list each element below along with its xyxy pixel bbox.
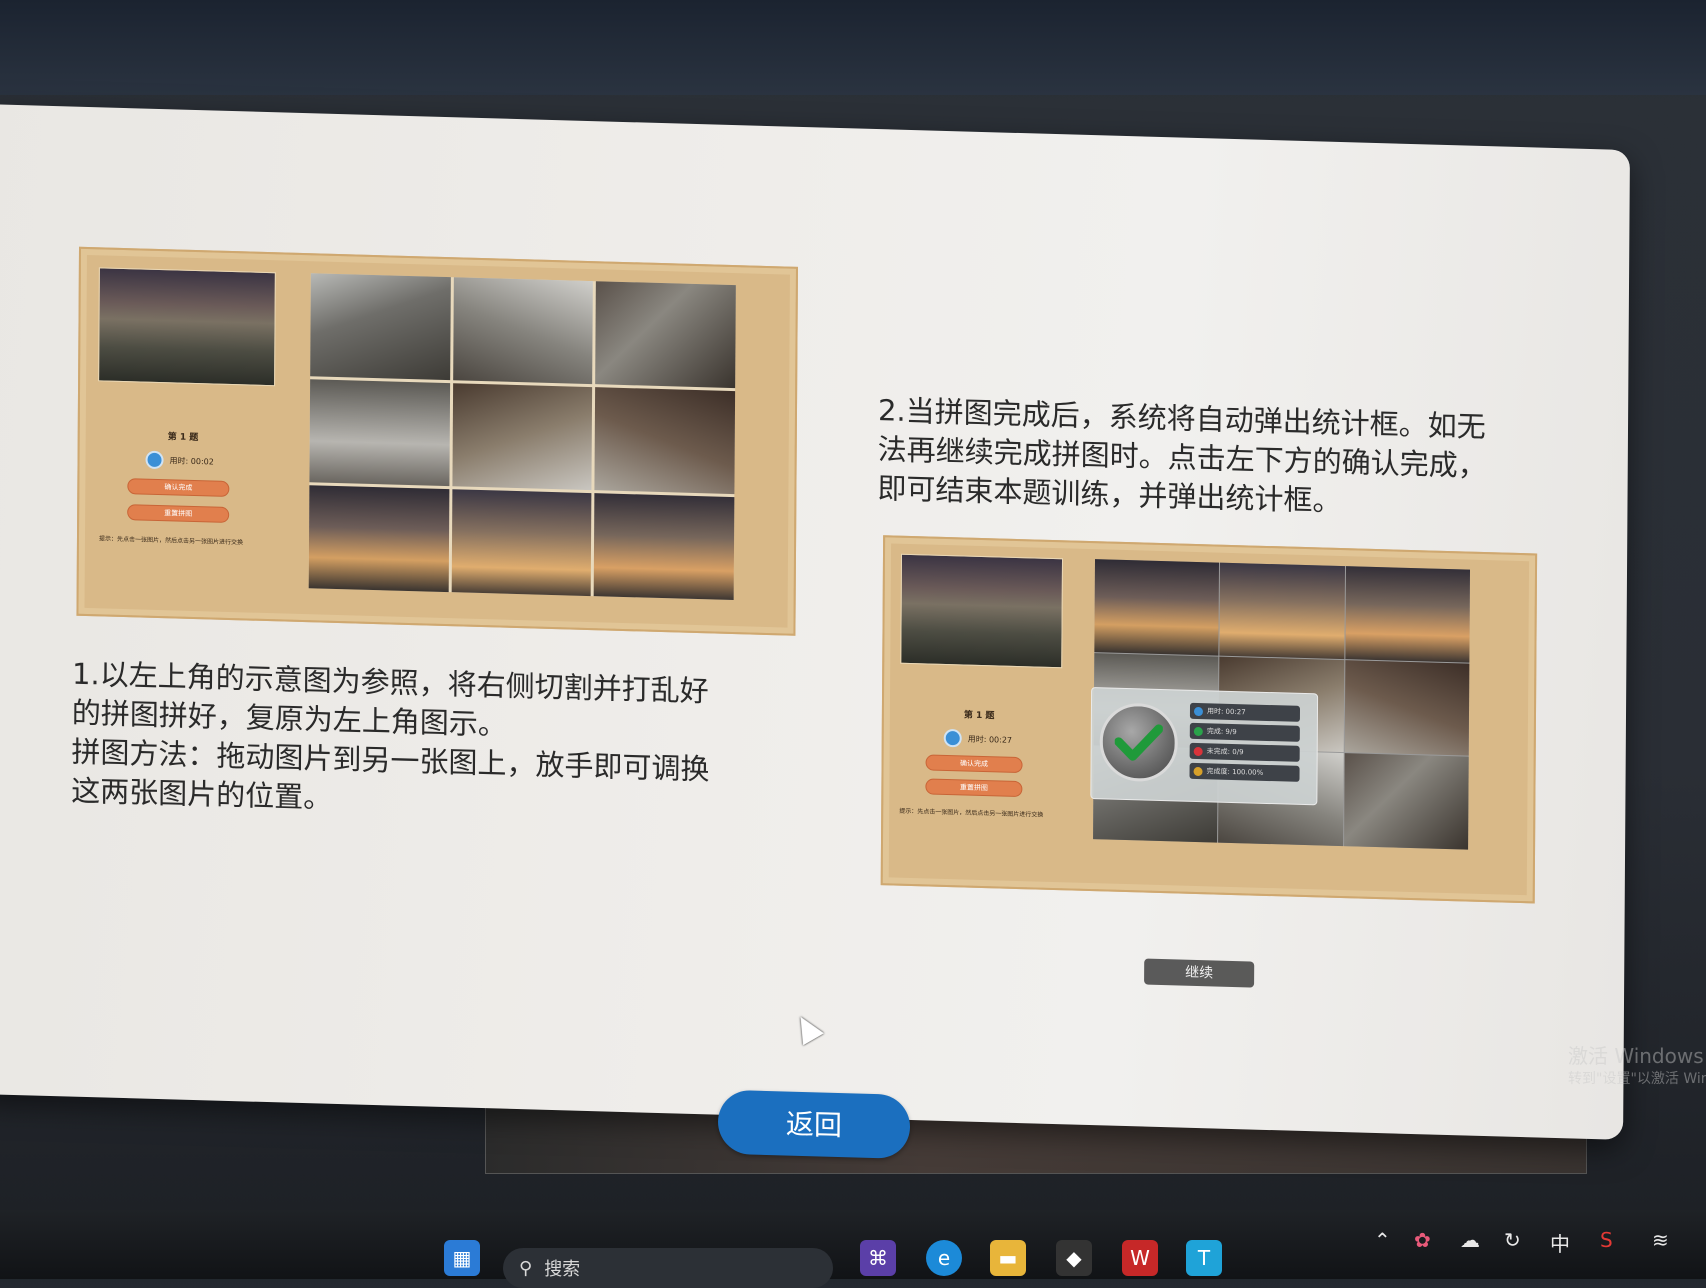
cloud-icon[interactable]: ☁: [1460, 1228, 1480, 1252]
puzzle-tile: [594, 387, 736, 495]
continue-button: 继续: [1144, 958, 1255, 988]
wps-icon[interactable]: W: [1122, 1240, 1158, 1276]
tip-text: 提示：先点击一张图片，然后点击另一张图片进行交换: [899, 807, 1044, 819]
file-explorer-icon[interactable]: ▬: [990, 1240, 1026, 1276]
edge-icon[interactable]: e: [926, 1240, 962, 1276]
monitor-bezel: [0, 0, 1706, 95]
puzzle-tile: [451, 489, 592, 597]
visual-studio-icon[interactable]: ⌘: [860, 1240, 896, 1276]
app-t-icon[interactable]: T: [1186, 1240, 1222, 1276]
ime-indicator[interactable]: 中: [1550, 1228, 1570, 1257]
wifi-icon[interactable]: ≋: [1652, 1228, 1669, 1252]
confirm-complete-button: 确认完成: [925, 754, 1023, 774]
tip-text: 提示：先点击一张图片，然后点击另一张图片进行交换: [98, 535, 244, 547]
puzzle-grid: [308, 273, 736, 601]
puzzle-tile: [1094, 559, 1220, 656]
reset-puzzle-button: 重置拼图: [127, 504, 230, 523]
level-label: 第 1 题: [963, 710, 995, 722]
taskbar: [0, 1210, 1706, 1279]
help-dialog: 第 1 题 用时: 00:02 确认完成 重置拼图 提示：先点击一张图片，然后点…: [0, 104, 1630, 1159]
stat-undone: 未完成: 0/9: [1189, 742, 1300, 762]
step1-preview-image: 第 1 题 用时: 00:02 确认完成 重置拼图 提示：先点击一张图片，然后点…: [76, 246, 799, 636]
stat-rate-text: 完成度: 100.00%: [1206, 767, 1264, 777]
stat-done: 完成: 9/9: [1189, 722, 1300, 742]
timer-text: 用时: 00:27: [967, 734, 1013, 745]
step1-description: 1.以左上角的示意图为参照，将右侧切割并打乱好 的拼图拼好，复原为左上角图示。 …: [71, 655, 812, 832]
check-icon: [1099, 702, 1179, 783]
app-tray-icon[interactable]: ✿: [1414, 1228, 1431, 1252]
reset-puzzle-button: 重置拼图: [925, 778, 1023, 798]
timer-text: 用时: 00:02: [169, 455, 214, 467]
taskbar-search[interactable]: ⚲ 搜索: [503, 1248, 833, 1288]
puzzle-tile: [452, 277, 594, 385]
level-label: 第 1 题: [167, 432, 199, 444]
puzzle-tile: [1345, 566, 1471, 663]
timer-display: 用时: 00:27: [943, 728, 1013, 749]
app-icon[interactable]: ◆: [1056, 1240, 1092, 1276]
activation-watermark-title: 激活 Windows: [1568, 1044, 1704, 1068]
puzzle-tile: [593, 493, 735, 601]
windows-start-icon[interactable]: ▦: [444, 1240, 480, 1276]
activation-watermark-subtitle: 转到"设置"以激活 Windows: [1568, 1071, 1706, 1087]
stat-undone-text: 未完成: 0/9: [1206, 747, 1244, 757]
search-placeholder: 搜索: [544, 1259, 581, 1280]
puzzle-tile: [310, 273, 451, 381]
puzzle-tile: [308, 485, 450, 593]
puzzle-tile: [309, 379, 450, 487]
reference-thumbnail: [98, 267, 276, 387]
cross-icon: [1193, 746, 1203, 756]
wps-tray-icon[interactable]: S: [1600, 1228, 1613, 1252]
puzzle-tile: [1343, 753, 1469, 850]
puzzle-tile: [595, 281, 736, 389]
puzzle-tile: [452, 383, 593, 491]
stat-rate: 完成度: 100.00%: [1189, 762, 1300, 782]
percent-icon: [1193, 766, 1203, 776]
step2-description: 2.当拼图完成后，系统将自动弹出统计框。如无 法再继续完成拼图时。点击左下方的确…: [877, 391, 1538, 526]
confirm-complete-button: 确认完成: [127, 478, 230, 497]
statistics-popup: 用时: 00:27 完成: 9/9 未完成: 0/9 完成度: 100.00%: [1090, 687, 1319, 806]
timer-display: 用时: 00:02: [145, 450, 214, 471]
stat-time-text: 用时: 00:27: [1206, 707, 1246, 717]
stat-time: 用时: 00:27: [1189, 702, 1301, 722]
clock-icon: [943, 728, 962, 748]
clock-icon: [145, 450, 164, 470]
stat-done-text: 完成: 9/9: [1206, 727, 1237, 737]
check-small-icon: [1193, 726, 1203, 736]
back-button[interactable]: 返回: [717, 1089, 911, 1159]
clock-icon: [1193, 706, 1204, 716]
puzzle-tile: [1219, 562, 1345, 659]
reference-thumbnail: [900, 553, 1064, 669]
chevron-up-icon[interactable]: ⌃: [1374, 1228, 1391, 1252]
puzzle-tile: [1344, 659, 1470, 756]
search-icon: ⚲: [519, 1257, 533, 1279]
sync-icon[interactable]: ↻: [1504, 1228, 1521, 1252]
